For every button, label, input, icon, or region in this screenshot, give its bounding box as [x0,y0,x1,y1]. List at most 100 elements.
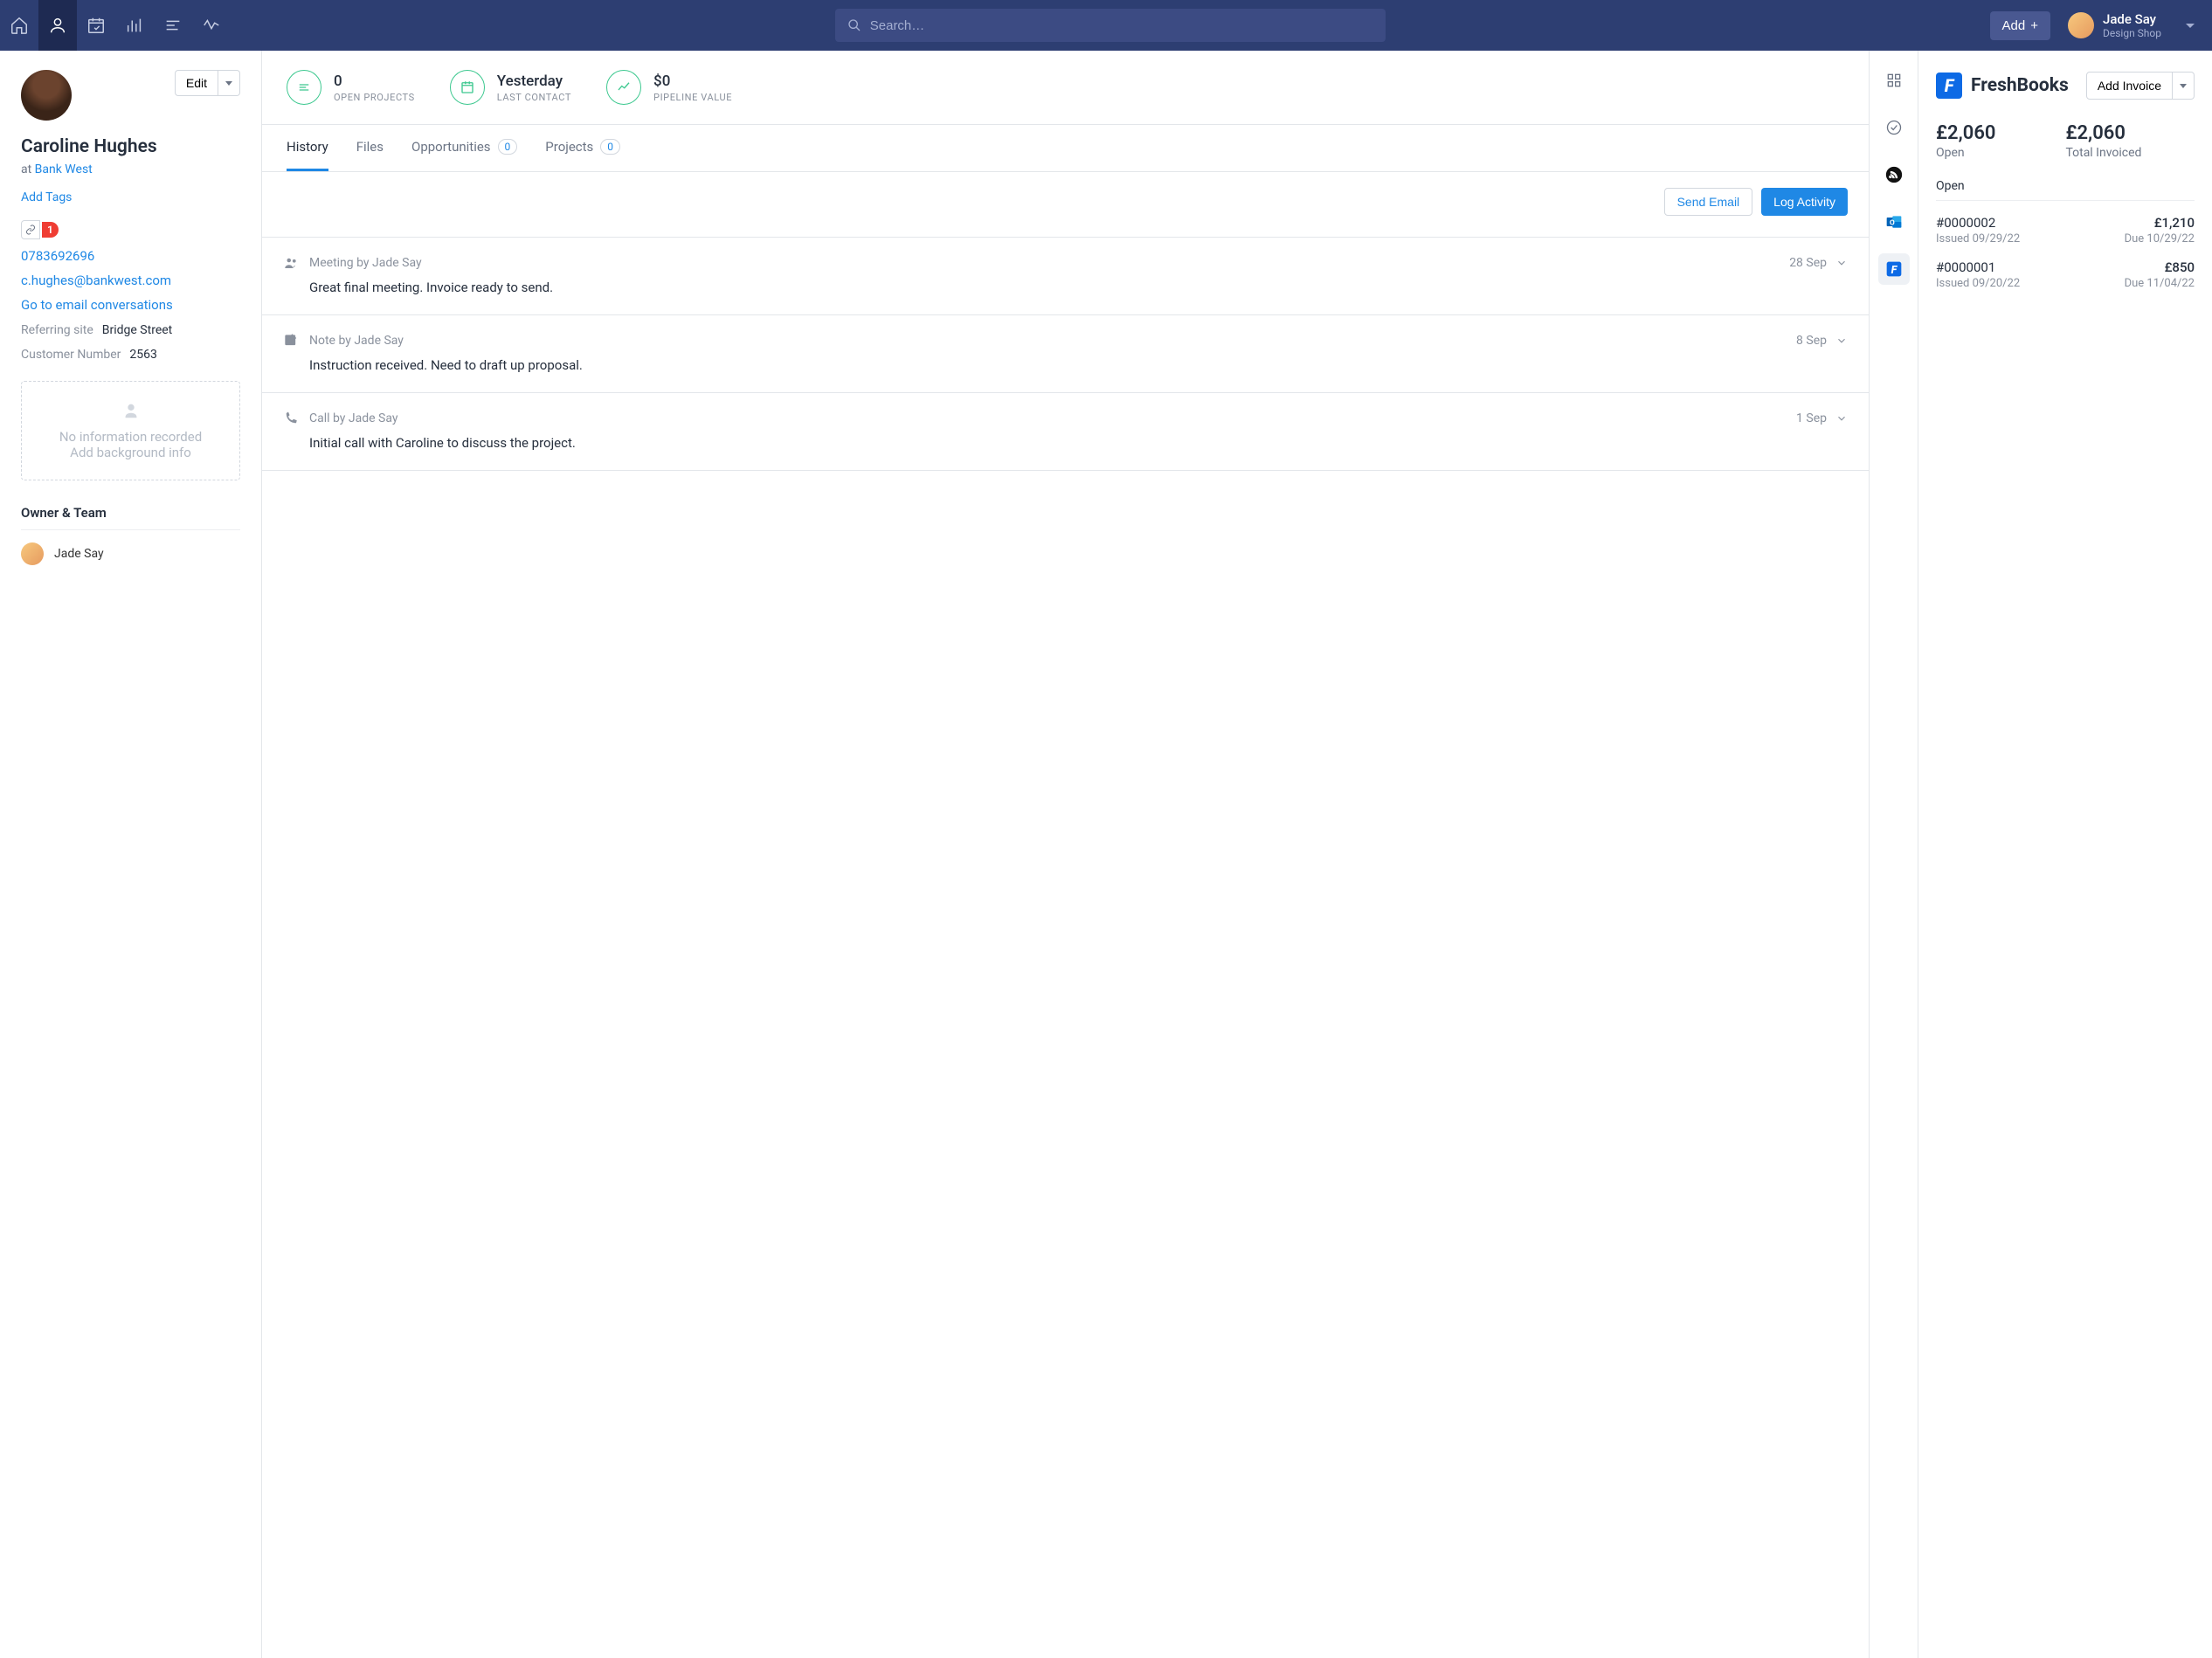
nav-icons [0,0,231,51]
add-invoice-dropdown[interactable] [2173,72,2195,100]
email-conversations-link[interactable]: Go to email conversations [21,297,240,313]
rail-outlook-icon[interactable]: O [1878,206,1910,238]
contact-name: Caroline Hughes [21,136,240,157]
tab-history[interactable]: History [287,125,328,171]
rail-rss-icon[interactable] [1878,159,1910,190]
chevron-down-icon [1835,257,1848,269]
owner-name: Jade Say [54,547,104,561]
add-invoice-button[interactable]: Add Invoice [2086,72,2173,100]
calendar-icon [450,70,485,105]
trend-icon [606,70,641,105]
contact-avatar [21,70,72,121]
search-box[interactable] [835,9,1386,42]
nav-activity-icon[interactable] [192,0,231,51]
chevron-down-icon [2186,24,2195,28]
search-input[interactable] [870,18,1373,33]
nav-home-icon[interactable] [0,0,38,51]
company-link[interactable]: Bank West [35,162,93,176]
call-icon [283,411,299,426]
stat-pipeline[interactable]: $0PIPELINE VALUE [606,70,732,105]
invoiced-total: £2,060 Total Invoiced [2065,122,2141,160]
bg-line2: Add background info [31,445,231,460]
user-org: Design Shop [2103,27,2161,39]
add-button[interactable]: Add + [1990,11,2050,40]
activity-item[interactable]: Note by Jade Say 8 Sep Instruction recei… [262,315,1869,393]
customer-number-row: Customer Number 2563 [21,348,240,362]
nav-calendar-icon[interactable] [77,0,115,51]
referring-site-value: Bridge Street [102,323,172,337]
top-nav: Add + Jade Say Design Shop [0,0,2212,51]
actions-row: Send Email Log Activity [262,172,1869,238]
chevron-down-icon [1835,335,1848,347]
contact-header: Edit [21,70,240,121]
chevron-down-icon [2180,84,2187,88]
phone-link[interactable]: 0783692696 [21,248,240,264]
edit-button-group: Edit [175,70,240,96]
open-total: £2,060 Open [1936,122,1995,160]
totals: £2,060 Open £2,060 Total Invoiced [1936,122,2195,160]
chevron-down-icon [1835,412,1848,425]
send-email-button[interactable]: Send Email [1664,188,1753,216]
note-icon [283,333,299,349]
plus-icon: + [2030,18,2038,33]
user-menu[interactable]: Jade Say Design Shop [2068,11,2195,39]
rail-apps-icon[interactable] [1878,65,1910,96]
link-icon [21,220,40,239]
user-avatar [2068,12,2094,38]
customer-number-label: Customer Number [21,348,121,362]
owner-team-title: Owner & Team [21,505,240,530]
tab-files[interactable]: Files [356,125,384,171]
add-invoice-group: Add Invoice [2086,72,2195,100]
tabs: History Files Opportunities0 Projects0 [262,125,1869,172]
bg-line1: No information recorded [31,429,231,445]
edit-dropdown[interactable] [218,70,240,96]
tab-opportunities[interactable]: Opportunities0 [411,125,517,171]
log-activity-button[interactable]: Log Activity [1761,188,1848,216]
topnav-right: Add + Jade Say Design Shop [1990,11,2212,40]
stats-bar: 0OPEN PROJECTS YesterdayLAST CONTACT $0P… [262,51,1869,125]
tab-projects[interactable]: Projects0 [545,125,620,171]
owner-row[interactable]: Jade Say [21,542,240,565]
referring-site-row: Referring site Bridge Street [21,323,240,337]
contact-company-line: at Bank West [21,162,240,176]
stat-last-contact[interactable]: YesterdayLAST CONTACT [450,70,571,105]
svg-text:O: O [1890,218,1895,227]
link-count: 1 [42,222,59,238]
search-icon [847,18,861,32]
projects-icon [287,70,321,105]
contact-sidebar: Edit Caroline Hughes at Bank West Add Ta… [0,51,262,1658]
chevron-down-icon [225,81,232,86]
activity-item[interactable]: Meeting by Jade Say 28 Sep Great final m… [262,238,1869,315]
freshbooks-brand: F FreshBooks [1936,73,2069,99]
email-link[interactable]: c.hughes@bankwest.com [21,273,240,288]
rail-check-icon[interactable] [1878,112,1910,143]
background-info-box[interactable]: No information recorded Add background i… [21,381,240,480]
activity-item[interactable]: Call by Jade Say 1 Sep Initial call with… [262,393,1869,471]
freshbooks-logo: F [1936,73,1962,99]
add-button-label: Add [2002,18,2026,33]
search-wrap [231,9,1990,42]
center-column: 0OPEN PROJECTS YesterdayLAST CONTACT $0P… [262,51,1870,1658]
integrations-rail: O F [1870,51,1918,1658]
user-meta: Jade Say Design Shop [2103,11,2161,39]
meeting-icon [283,255,299,271]
invoice-row[interactable]: #0000001 Issued 09/20/22 £850 Due 11/04/… [1936,259,2195,290]
owner-avatar [21,542,44,565]
open-section-title: Open [1936,179,2195,201]
freshbooks-panel: F FreshBooks Add Invoice £2,060 Open £2,… [1918,51,2212,1658]
rail-freshbooks-icon[interactable]: F [1878,253,1910,285]
link-badge[interactable]: 1 [21,220,240,239]
referring-site-label: Referring site [21,323,93,337]
main: Edit Caroline Hughes at Bank West Add Ta… [0,51,2212,1658]
customer-number-value: 2563 [129,348,156,362]
nav-reports-icon[interactable] [115,0,154,51]
freshbooks-header: F FreshBooks Add Invoice [1936,72,2195,100]
add-tags-link[interactable]: Add Tags [21,190,72,204]
invoice-row[interactable]: #0000002 Issued 09/29/22 £1,210 Due 10/2… [1936,215,2195,245]
edit-button[interactable]: Edit [175,70,218,96]
nav-list-icon[interactable] [154,0,192,51]
person-icon [121,401,141,420]
stat-open-projects[interactable]: 0OPEN PROJECTS [287,70,415,105]
nav-people-icon[interactable] [38,0,77,51]
user-name: Jade Say [2103,11,2161,27]
